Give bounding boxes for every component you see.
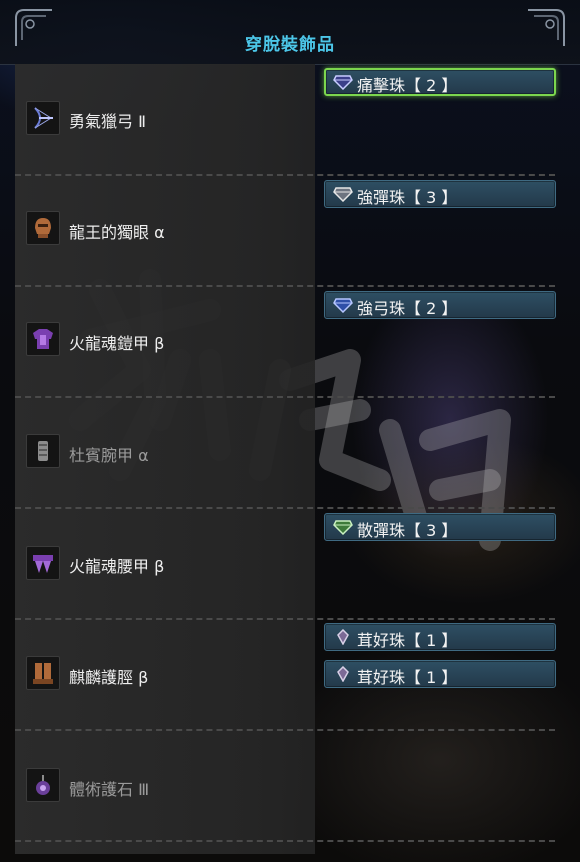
decoration-name: 茸好珠【 1 】 (357, 668, 458, 687)
equipment-row-legs[interactable]: 麒麟護脛 β (15, 619, 315, 730)
equipment-row-waist[interactable]: 火龍魂腰甲 β (15, 508, 315, 619)
equipment-name: 杜賓腕甲 α (69, 446, 149, 465)
decoration-name: 強彈珠【 3 】 (357, 188, 458, 207)
equipment-name: 勇氣獵弓 Ⅱ (69, 112, 146, 131)
bow-weapon-icon (26, 101, 60, 135)
equipment-row-chest[interactable]: 火龍魂鎧甲 β (15, 286, 315, 397)
decoration-name: 強弓珠【 2 】 (357, 299, 458, 318)
decoration-slot[interactable]: 強弓珠【 2 】 (324, 291, 556, 319)
equipment-row-weapon[interactable]: 勇氣獵弓 Ⅱ (15, 64, 315, 175)
decoration-gem-icon (333, 298, 353, 313)
leg-armor-icon (26, 656, 60, 690)
decoration-slot[interactable]: 強彈珠【 3 】 (324, 180, 556, 208)
decoration-gem-icon (333, 75, 353, 90)
decoration-gem-icon (333, 520, 353, 535)
decoration-gem-icon (337, 666, 349, 682)
helm-icon (26, 211, 60, 245)
decoration-slot[interactable]: 茸好珠【 1 】 (324, 660, 556, 688)
equipment-row-helm[interactable]: 龍王的獨眼 α (15, 175, 315, 286)
decoration-name: 散彈珠【 3 】 (357, 521, 458, 540)
equipment-name: 火龍魂腰甲 β (69, 557, 165, 576)
header-bar: 穿脫裝飾品 (0, 0, 580, 65)
decoration-name: 茸好珠【 1 】 (357, 631, 458, 650)
decoration-slot-selected[interactable]: 痛擊珠【 2 】 (324, 68, 556, 96)
waist-armor-icon (26, 546, 60, 580)
equipment-name: 火龍魂鎧甲 β (69, 334, 165, 353)
equipment-row-arms[interactable]: 杜賓腕甲 α (15, 397, 315, 508)
decoration-gem-icon (333, 187, 353, 202)
charm-icon (26, 768, 60, 802)
screen-title: 穿脫裝飾品 (245, 35, 335, 55)
equipment-name: 龍王的獨眼 α (69, 223, 165, 242)
decoration-gem-icon (337, 629, 349, 645)
decoration-slot[interactable]: 散彈珠【 3 】 (324, 513, 556, 541)
decoration-name: 痛擊珠【 2 】 (357, 76, 458, 95)
decoration-slot[interactable]: 茸好珠【 1 】 (324, 623, 556, 651)
equipment-name: 體術護石 Ⅲ (69, 780, 150, 799)
chest-armor-icon (26, 322, 60, 356)
equipment-name: 麒麟護脛 β (69, 668, 149, 687)
equipment-row-charm[interactable]: 體術護石 Ⅲ (15, 730, 315, 841)
arm-armor-icon (26, 434, 60, 468)
